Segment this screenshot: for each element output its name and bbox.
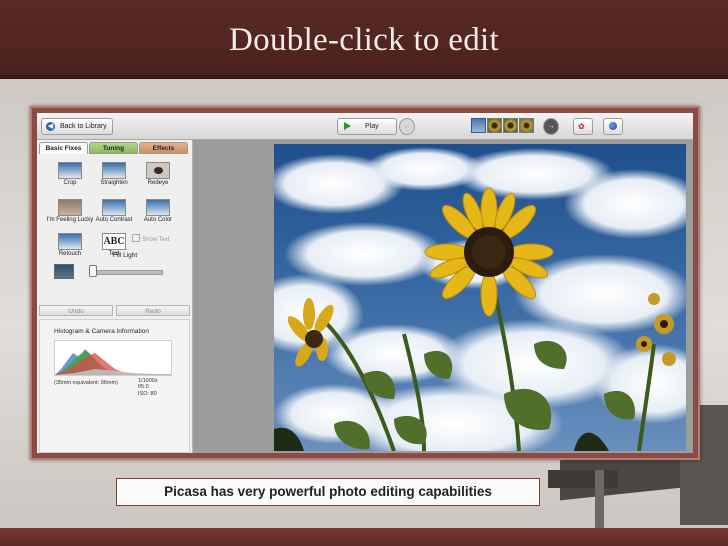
back-to-library-button[interactable]: ◀ Back to Library bbox=[41, 118, 113, 135]
feeling-lucky-tool[interactable]: I'm Feeling Lucky bbox=[47, 199, 93, 233]
edit-panel: Basic Fixes Tuning Effects Crop Straight… bbox=[37, 140, 193, 453]
street-sign-decoration bbox=[548, 470, 618, 488]
histogram-section: Histogram & Camera Information (35mm equ… bbox=[39, 319, 190, 453]
picasa-window: ◀ Back to Library Play ← → ✿ Basic Fixes… bbox=[37, 113, 693, 453]
globe-button[interactable] bbox=[603, 118, 623, 135]
redo-button[interactable]: Redo bbox=[116, 305, 190, 316]
histogram-title: Histogram & Camera Information bbox=[54, 328, 150, 335]
title-rule bbox=[0, 75, 728, 79]
toolbar: ◀ Back to Library Play ← → ✿ bbox=[37, 113, 693, 140]
tool-label: Auto Color bbox=[143, 217, 173, 223]
undo-button[interactable]: Undo bbox=[39, 305, 113, 316]
screenshot-frame: ◀ Back to Library Play ← → ✿ Basic Fixes… bbox=[30, 106, 700, 460]
prev-photo-button[interactable]: ← bbox=[399, 118, 415, 135]
play-icon bbox=[344, 122, 351, 130]
checkbox-icon bbox=[132, 234, 140, 242]
text-abc-icon: ABC bbox=[102, 233, 126, 250]
crop-tool[interactable]: Crop bbox=[47, 162, 93, 196]
slide-title[interactable]: Double-click to edit bbox=[0, 22, 728, 59]
show-text-checkbox[interactable]: Show Text bbox=[132, 234, 170, 243]
camera-iso: ISO: 80 bbox=[138, 390, 157, 397]
show-text-label: Show Text bbox=[142, 237, 170, 243]
canvas-area bbox=[193, 140, 273, 453]
thumbnail[interactable] bbox=[487, 118, 502, 133]
camera-exposure-info: 1/1000s f/5.0 ISO: 80 bbox=[138, 378, 158, 397]
thumbnail[interactable] bbox=[519, 118, 534, 133]
bottom-band bbox=[0, 528, 728, 546]
share-button[interactable]: ✿ bbox=[573, 118, 593, 135]
sunflower-photo[interactable] bbox=[274, 144, 686, 451]
redeye-icon bbox=[146, 162, 170, 179]
back-arrow-icon: ◀ bbox=[46, 122, 55, 131]
play-button[interactable]: Play bbox=[337, 118, 397, 135]
fill-light-slider[interactable] bbox=[91, 270, 163, 275]
thumbnail-strip bbox=[471, 118, 535, 133]
play-label: Play bbox=[365, 123, 379, 130]
auto-color-tool[interactable]: Auto Color bbox=[135, 199, 181, 233]
retouch-icon bbox=[58, 233, 82, 250]
histogram-graph bbox=[55, 349, 171, 375]
crop-icon bbox=[58, 162, 82, 179]
next-photo-button[interactable]: → bbox=[543, 118, 559, 135]
eye-pupil bbox=[154, 167, 163, 174]
straighten-tool[interactable]: Straighten bbox=[91, 162, 137, 196]
share-icon: ✿ bbox=[578, 122, 585, 131]
back-to-library-label: Back to Library bbox=[60, 123, 107, 130]
tool-label: Redeye bbox=[147, 180, 169, 186]
prev-arrow-icon: ← bbox=[403, 123, 411, 130]
undo-redo-bar: Undo Redo bbox=[39, 305, 190, 316]
next-arrow-icon: → bbox=[547, 123, 555, 130]
auto-contrast-icon bbox=[102, 199, 126, 216]
slide-caption[interactable]: Picasa has very powerful photo editing c… bbox=[116, 478, 540, 506]
text-tool[interactable]: ABC Text bbox=[91, 233, 137, 267]
sunflower-photo-image bbox=[274, 144, 686, 451]
auto-contrast-tool[interactable]: Auto Contrast bbox=[91, 199, 137, 233]
feeling-lucky-icon bbox=[58, 199, 82, 216]
retouch-tool[interactable]: Retouch bbox=[47, 233, 93, 267]
tab-basic-fixes[interactable]: Basic Fixes bbox=[39, 142, 88, 154]
globe-icon bbox=[609, 122, 617, 130]
edit-tabs: Basic Fixes Tuning Effects bbox=[39, 142, 190, 154]
thumbnail[interactable] bbox=[503, 118, 518, 133]
fill-light-label: Fill Light bbox=[113, 252, 138, 259]
tab-effects[interactable]: Effects bbox=[139, 142, 188, 154]
redeye-tool[interactable]: Redeye bbox=[135, 162, 181, 196]
histogram-chart bbox=[54, 340, 172, 376]
tab-tuning[interactable]: Tuning bbox=[89, 142, 138, 154]
fill-light-slider-handle[interactable] bbox=[89, 265, 97, 277]
camera-focal-length: (35mm equivalent: 96mm) bbox=[54, 380, 118, 386]
straighten-icon bbox=[102, 162, 126, 179]
auto-color-icon bbox=[146, 199, 170, 216]
fill-light-icon bbox=[54, 264, 74, 279]
thumbnail[interactable] bbox=[471, 118, 486, 133]
